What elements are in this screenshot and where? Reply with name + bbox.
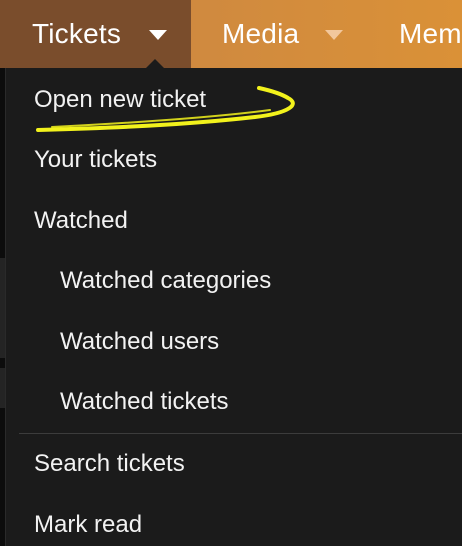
- caret-down-icon[interactable]: [149, 30, 168, 40]
- menu-item-watched-users[interactable]: Watched users: [60, 327, 219, 357]
- tab-tickets[interactable]: Tickets: [0, 0, 191, 68]
- menu-item-open-new-ticket[interactable]: Open new ticket: [34, 85, 206, 115]
- menu-item-your-tickets[interactable]: Your tickets: [34, 145, 157, 175]
- menu-item-watched-categories[interactable]: Watched categories: [60, 266, 271, 296]
- tab-members[interactable]: Mem: [399, 0, 462, 68]
- tab-media[interactable]: Media: [222, 0, 344, 68]
- menu-divider: [19, 433, 462, 434]
- caret-down-icon[interactable]: [325, 30, 344, 40]
- top-navbar: Tickets Media Mem: [0, 0, 462, 68]
- menu-item-watched-tickets[interactable]: Watched tickets: [60, 387, 229, 417]
- tab-tickets-label: Tickets: [32, 18, 122, 49]
- tickets-dropdown-menu: Open new ticket Your tickets Watched Wat…: [5, 68, 462, 546]
- menu-item-mark-read[interactable]: Mark read: [34, 510, 142, 540]
- tab-members-label: Mem: [399, 18, 462, 49]
- tab-media-label: Media: [222, 18, 300, 49]
- menu-item-search-tickets[interactable]: Search tickets: [34, 449, 185, 479]
- menu-item-watched[interactable]: Watched: [34, 206, 128, 236]
